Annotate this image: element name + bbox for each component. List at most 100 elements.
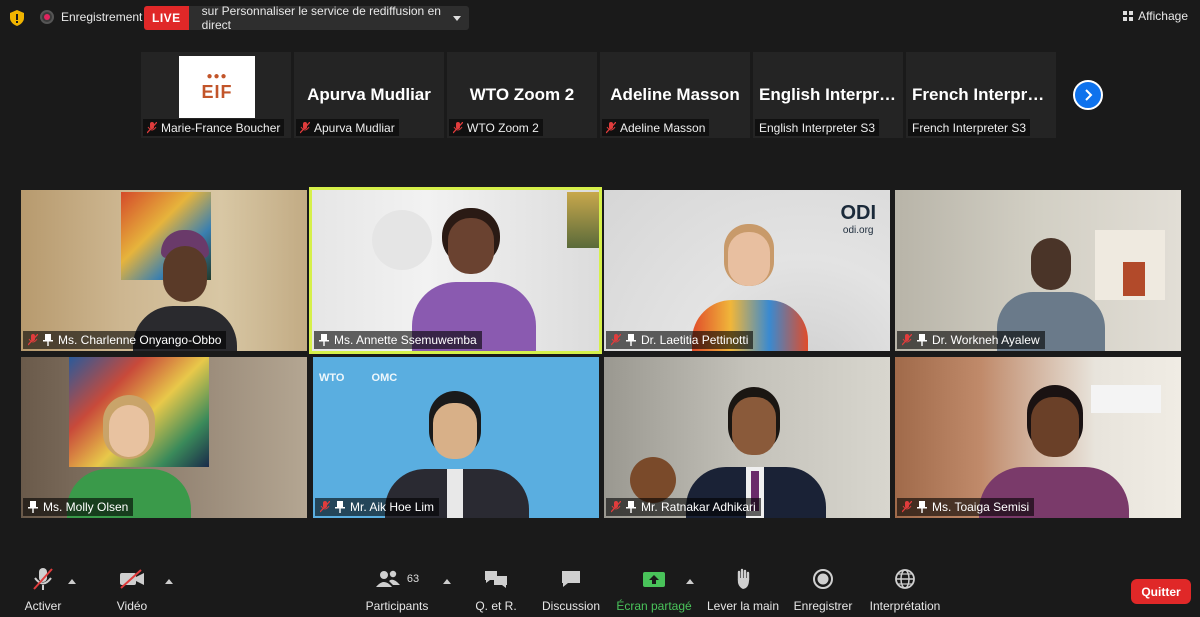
eif-logo-dots: ●●● bbox=[206, 71, 228, 82]
participants-options-caret[interactable] bbox=[443, 579, 451, 584]
video-tile[interactable]: Ms. Toaiga Semisi bbox=[895, 357, 1181, 518]
participants-count: 63 bbox=[406, 573, 420, 585]
hand-icon bbox=[737, 568, 750, 589]
participant-name: Ms. Annette Ssemuwemba bbox=[334, 333, 477, 347]
eif-logo-mark: EIF bbox=[201, 82, 233, 102]
live-stream-dropdown[interactable]: LIVE sur Personnaliser le service de red… bbox=[144, 4, 469, 32]
thumbnail-strip: ●●● EIF Marie-France Boucher Apurva Mudl… bbox=[141, 52, 1056, 138]
thumbnail-label: Marie-France Boucher bbox=[143, 119, 285, 136]
participant-name: Mr. Aik Hoe Lim bbox=[350, 500, 435, 514]
thumbnail-display-name: English Interpre... bbox=[759, 85, 903, 104]
participant-label: Mr. Aik Hoe Lim bbox=[315, 498, 440, 516]
mic-muted-icon bbox=[147, 121, 157, 133]
mic-muted-icon bbox=[453, 121, 463, 133]
top-bar: Enregistrement LIVE sur Personnaliser le… bbox=[0, 0, 1200, 36]
participants-button[interactable]: 63 Participants bbox=[366, 565, 428, 613]
chat-label: Discussion bbox=[541, 599, 601, 613]
thumbnail-name: English Interpreter S3 bbox=[759, 120, 876, 135]
odi-logo-mark: ODI bbox=[840, 202, 876, 224]
mic-muted-icon bbox=[611, 334, 621, 346]
eif-logo: ●●● EIF bbox=[179, 56, 255, 118]
mic-muted-icon bbox=[606, 121, 616, 133]
participant-name: Ms. Molly Olsen bbox=[43, 500, 129, 514]
participant-label: Dr. Laetitia Pettinotti bbox=[606, 331, 754, 349]
mute-label: Activer bbox=[24, 599, 62, 613]
next-page-button[interactable] bbox=[1073, 80, 1103, 110]
thumbnail-tile[interactable]: ●●● EIF Marie-France Boucher bbox=[141, 52, 291, 138]
video-tile[interactable]: Ms. Molly Olsen bbox=[21, 357, 307, 518]
share-options-caret[interactable] bbox=[686, 579, 694, 584]
thumbnail-display-name: Adeline Masson bbox=[610, 85, 740, 104]
odi-url: odi.org bbox=[842, 225, 874, 236]
thumbnail-label: Apurva Mudliar bbox=[296, 119, 399, 136]
video-tile-active-speaker[interactable]: Ms. Annette Ssemuwemba bbox=[309, 187, 602, 354]
thumbnail-label: English Interpreter S3 bbox=[755, 119, 880, 136]
video-tile[interactable]: Ms. Charlenne Onyango-Obbo bbox=[21, 190, 307, 351]
thumbnail-display-name: WTO Zoom 2 bbox=[469, 85, 575, 104]
pin-icon bbox=[626, 501, 636, 513]
participant-name: Ms. Charlenne Onyango-Obbo bbox=[58, 333, 222, 347]
mic-muted-icon bbox=[300, 121, 310, 133]
mic-muted-icon bbox=[320, 501, 330, 513]
thumbnail-label: French Interpreter S3 bbox=[908, 119, 1031, 136]
thumbnail-display-name: French Interpre... bbox=[912, 85, 1051, 104]
odi-logo: ODI odi.org bbox=[840, 202, 876, 236]
recording-label[interactable]: Enregistrement bbox=[61, 10, 142, 24]
quit-button[interactable]: Quitter bbox=[1131, 579, 1191, 604]
raise-hand-button[interactable]: Lever la main bbox=[707, 565, 779, 613]
participants-icon bbox=[375, 570, 400, 587]
recording-icon[interactable] bbox=[40, 10, 54, 24]
thumbnail-tile[interactable]: English Interpre... English Interpreter … bbox=[753, 52, 903, 138]
mic-muted-icon bbox=[902, 334, 912, 346]
mic-muted-icon bbox=[902, 501, 912, 513]
video-button[interactable]: Vidéo bbox=[116, 565, 148, 613]
live-badge: LIVE bbox=[144, 6, 189, 30]
video-tile[interactable]: ODI odi.org Dr. Laetitia Pettinotti bbox=[604, 190, 890, 351]
thumbnail-display-name: Apurva Mudliar bbox=[307, 85, 431, 104]
mic-muted-icon bbox=[33, 568, 53, 590]
omc-text: OMC bbox=[371, 372, 398, 384]
record-label: Enregistrer bbox=[793, 599, 853, 613]
thumbnail-tile[interactable]: WTO Zoom 2 WTO Zoom 2 bbox=[447, 52, 597, 138]
shield-icon[interactable] bbox=[10, 10, 24, 26]
thumbnail-tile[interactable]: French Interpre... French Interpreter S3 bbox=[906, 52, 1056, 138]
interpretation-label: Interprétation bbox=[869, 599, 941, 613]
record-button[interactable]: Enregistrer bbox=[793, 565, 853, 613]
video-tile[interactable]: Mr. Ratnakar Adhikari bbox=[604, 357, 890, 518]
participant-name: Ms. Toaiga Semisi bbox=[932, 500, 1030, 514]
participant-label: Ms. Toaiga Semisi bbox=[897, 498, 1035, 516]
thumbnail-name: WTO Zoom 2 bbox=[467, 120, 539, 135]
share-screen-icon bbox=[643, 572, 665, 587]
video-tile[interactable]: Dr. Workneh Ayalew bbox=[895, 190, 1181, 351]
grid-icon bbox=[1123, 11, 1134, 21]
share-screen-label: Écran partagé bbox=[616, 599, 692, 613]
wto-text: WTO bbox=[319, 372, 345, 384]
globe-icon bbox=[895, 569, 915, 589]
share-screen-button[interactable]: Écran partagé bbox=[616, 565, 692, 613]
mute-button[interactable]: Activer bbox=[24, 565, 62, 613]
view-button[interactable]: Affichage bbox=[1123, 9, 1188, 23]
video-tile[interactable]: WTO OMC Mr. Aik Hoe Lim bbox=[313, 357, 599, 518]
view-label: Affichage bbox=[1138, 9, 1188, 23]
thumbnail-tile[interactable]: Adeline Masson Adeline Masson bbox=[600, 52, 750, 138]
interpretation-button[interactable]: Interprétation bbox=[867, 565, 943, 613]
participant-label: Dr. Workneh Ayalew bbox=[897, 331, 1045, 349]
camera-off-icon bbox=[120, 569, 144, 589]
mic-muted-icon bbox=[28, 334, 38, 346]
thumbnail-name: Apurva Mudliar bbox=[314, 120, 395, 135]
chevron-right-icon bbox=[1085, 89, 1093, 101]
thumbnail-name: Marie-France Boucher bbox=[161, 120, 281, 135]
video-options-caret[interactable] bbox=[165, 579, 173, 584]
record-icon bbox=[813, 569, 833, 589]
chat-button[interactable]: Discussion bbox=[541, 565, 601, 613]
qa-label: Q. et R. bbox=[475, 599, 517, 613]
thumbnail-tile[interactable]: Apurva Mudliar Apurva Mudliar bbox=[294, 52, 444, 138]
participant-name: Dr. Workneh Ayalew bbox=[932, 333, 1040, 347]
pin-icon bbox=[917, 501, 927, 513]
meeting-toolbar: Activer Vidéo 63 Participants Q. et R. D… bbox=[0, 565, 1200, 617]
mute-options-caret[interactable] bbox=[68, 579, 76, 584]
thumbnail-name: Adeline Masson bbox=[620, 120, 706, 135]
participant-label: Ms. Charlenne Onyango-Obbo bbox=[23, 331, 227, 349]
qa-button[interactable]: Q. et R. bbox=[475, 565, 517, 613]
qa-icon bbox=[485, 571, 507, 588]
